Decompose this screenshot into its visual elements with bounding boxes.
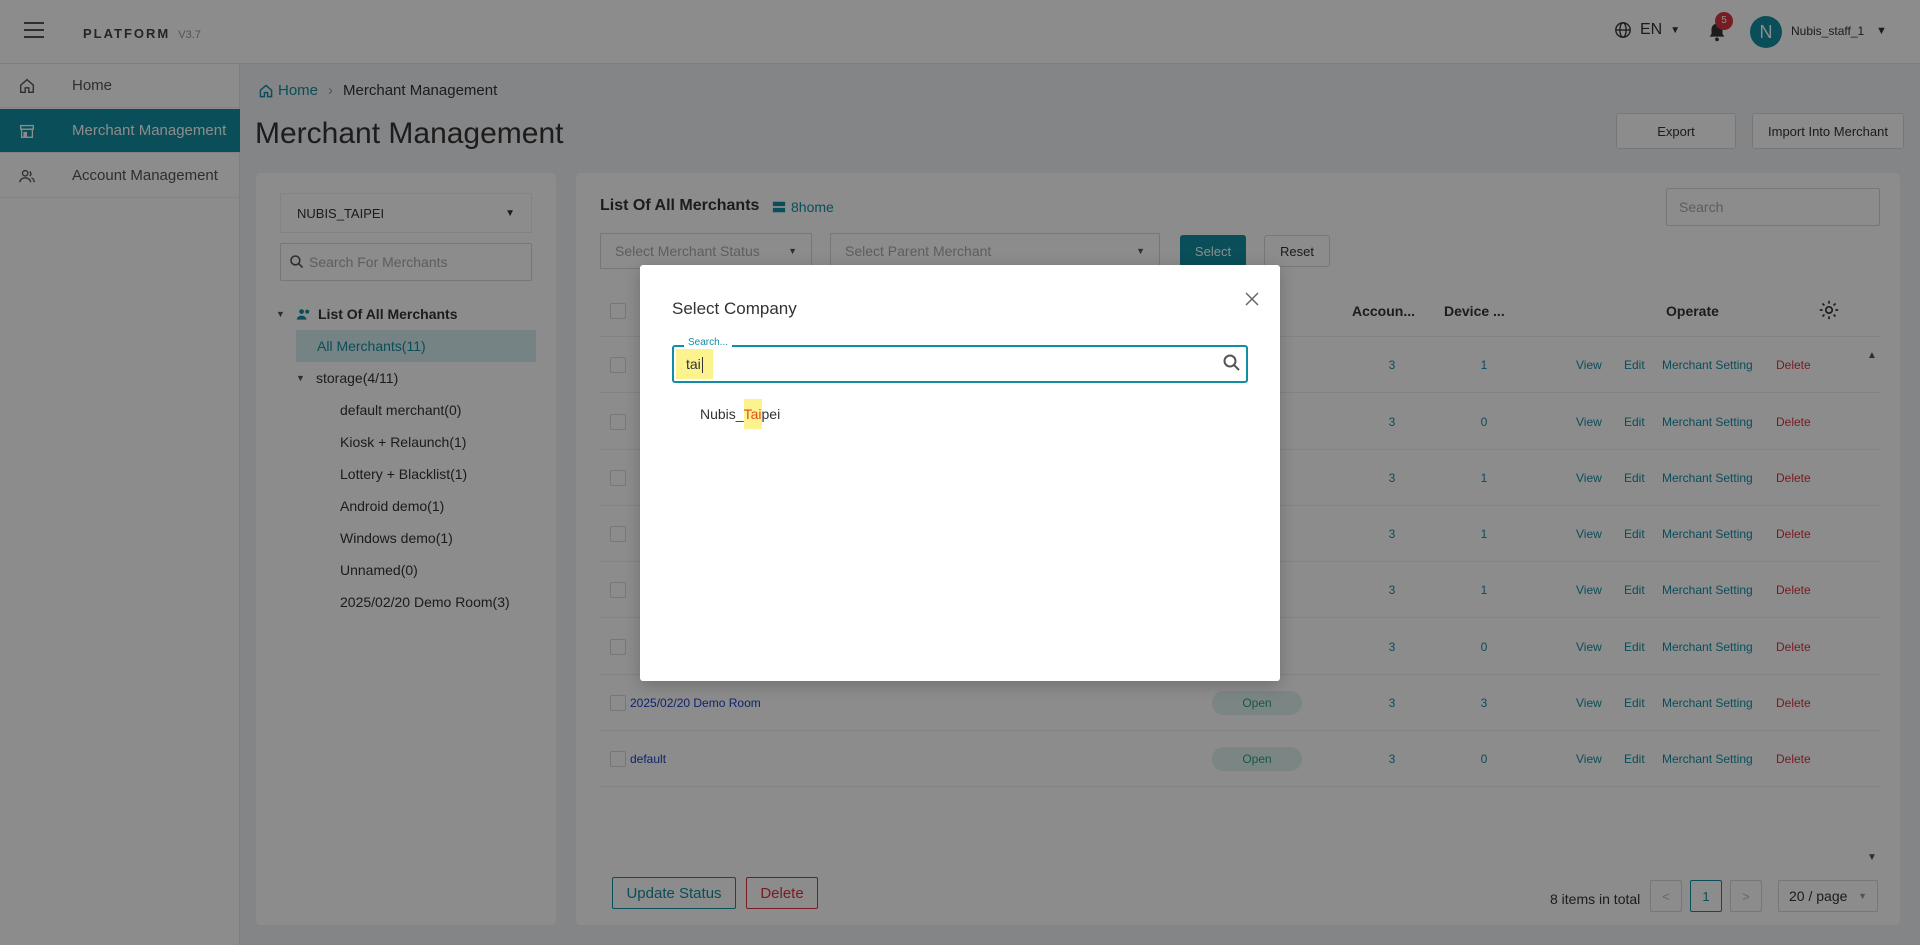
search-field-value: tai	[676, 349, 713, 379]
dialog-title: Select Company	[672, 299, 797, 318]
search-icon[interactable]	[1222, 353, 1242, 373]
result-prefix: Nubis_	[700, 406, 744, 422]
select-company-dialog: Select Company Search... tai Nubis_Taipe…	[640, 265, 1280, 681]
search-typed-text: tai	[686, 356, 701, 372]
company-search-input[interactable]: Search... tai	[672, 337, 1248, 383]
search-field-label: Search...	[684, 337, 733, 348]
result-suffix: pei	[761, 406, 781, 422]
text-cursor	[701, 357, 703, 374]
search-result-item[interactable]: Nubis_Taipei	[700, 399, 780, 429]
close-icon[interactable]	[1240, 287, 1264, 311]
result-match-highlight: Tai	[743, 399, 762, 429]
